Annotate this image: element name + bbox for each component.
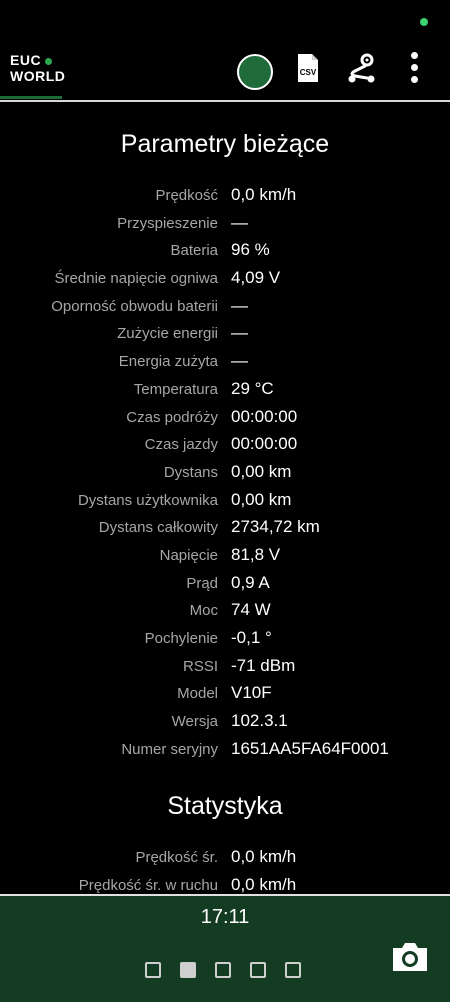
param-value: 4,09 V [231,268,281,288]
param-value: -71 dBm [231,655,296,675]
current-params-title: Parametry bieżące [120,130,330,158]
logo-text-line1: EUC [10,52,42,68]
param-row: Moc 74 W [0,597,450,625]
param-label: Moc [189,602,218,620]
param-row: Temperatura 29 °C [0,376,450,404]
record-button[interactable] [237,54,273,90]
param-label: Przyspieszenie [117,214,218,232]
camera-icon[interactable] [390,940,430,974]
param-row: Prąd 0,9 A [0,570,450,598]
param-row: Średnie napięcie ogniwa 4,09 V [0,265,450,293]
param-label: Model [177,685,218,703]
logo-tab-indicator [0,96,62,99]
param-value: V10F [231,683,272,703]
logo-dot-icon [45,57,53,65]
page-dot-4[interactable] [250,962,266,978]
param-value: 00:00:00 [231,434,298,454]
page-dot-3[interactable] [215,962,231,978]
param-row: Przyspieszenie — [0,210,450,238]
param-value: 00:00:00 [231,406,298,426]
param-value: 2734,72 km [231,517,320,537]
param-row: Numer seryjny 1651AA5FA64F0001 [0,736,450,764]
param-label: Oporność obwodu baterii [51,297,218,315]
param-row: Napięcie 81,8 V [0,542,450,570]
param-row: Dystans całkowity 2734,72 km [0,514,450,542]
current-params-list: Prędkość 0,0 km/h Przyspieszenie — Bateria 96… [0,182,450,763]
page-dot-2[interactable] [180,962,196,978]
param-label: Prędkość śr. w ruchu [78,876,218,894]
param-label: Dystans całkowity [98,519,218,537]
page-indicator [145,962,301,978]
param-label: Prąd [186,574,218,592]
param-value: 0,0 km/h [231,847,297,866]
param-row: Wersja 102.3.1 [0,708,450,736]
param-row: Dystans użytkownika 0,00 km [0,487,450,515]
param-label: Pochylenie [144,630,218,647]
clock: 17:11 [200,906,250,928]
param-value: — [231,351,248,371]
page-dot-5[interactable] [285,962,301,978]
param-value: 0,00 km [231,489,292,509]
main-scroll-content[interactable]: Parametry bieżące Prędkość 0,0 km/h Przysp… [0,102,450,894]
app-logo[interactable]: EUC WORLD [10,52,65,84]
param-label: Prędkość [155,187,218,204]
param-row: Czas jazdy 00:00:00 [0,431,450,459]
param-label: Temperatura [133,380,218,398]
param-label: Energia zużyta [118,353,218,371]
param-label: Dystans użytkownika [77,491,218,509]
app-bar: EUC WORLD CSV [0,36,450,100]
param-row: Czas podróży 00:00:00 [0,404,450,432]
param-value: — [231,295,248,315]
csv-export-icon[interactable]: CSV [296,53,320,83]
stats-title: Statystyka [167,792,283,820]
param-value: 29 °C [231,378,274,398]
route-icon[interactable] [345,52,379,86]
param-label: Wersja [171,713,218,731]
param-value: -0,1 ° [231,628,272,647]
param-row: Oporność obwodu baterii — [0,293,450,321]
param-row: Zużycie energii — [0,320,450,348]
param-value: 74 W [231,600,271,620]
param-row: Prędkość 0,0 km/h [0,182,450,210]
param-value: 81,8 V [231,544,281,564]
logo-text-line2: WORLD [10,68,66,84]
param-label: Bateria [170,242,218,260]
param-value: 1651AA5FA64F0001 [231,738,389,758]
stat-row: Prędkość śr. 0,0 km/h [0,844,450,872]
param-value: — [231,212,248,232]
param-row: Model V10F [0,680,450,708]
param-label: Czas jazdy [144,436,218,454]
param-value: 0,0 km/h [231,874,297,894]
param-label: Czas podróży [126,408,218,426]
param-label: RSSI [182,657,218,675]
status-indicator-dot [420,18,428,26]
param-row: Energia zużyta — [0,348,450,376]
param-label: Prędkość śr. [135,849,218,866]
param-row: Pochylenie -0,1 ° [0,625,450,653]
stat-row: Prędkość śr. w ruchu 0,0 km/h [0,872,450,894]
csv-icon-label: CSV [300,68,317,77]
stats-list: Prędkość śr. 0,0 km/h Prędkość śr. w ruchu… [0,844,450,894]
param-row: RSSI -71 dBm [0,653,450,681]
param-label: Dystans [163,463,218,481]
more-vert-icon[interactable] [405,52,423,86]
param-label: Zużycie energii [117,325,218,343]
page-dot-1[interactable] [145,962,161,978]
param-label: Napięcie [159,546,218,564]
param-label: Numer seryjny [121,740,218,758]
param-value: — [231,323,248,343]
param-value: 0,00 km [231,461,292,481]
param-value: 96 % [231,240,270,260]
bottom-bar: 17:11 [0,894,450,1002]
param-row: Dystans 0,00 km [0,459,450,487]
param-row: Bateria 96 % [0,237,450,265]
param-value: 102.3.1 [231,711,288,731]
param-value: 0,0 km/h [231,185,297,204]
param-label: Średnie napięcie ogniwa [54,270,218,288]
param-value: 0,9 A [231,572,270,592]
